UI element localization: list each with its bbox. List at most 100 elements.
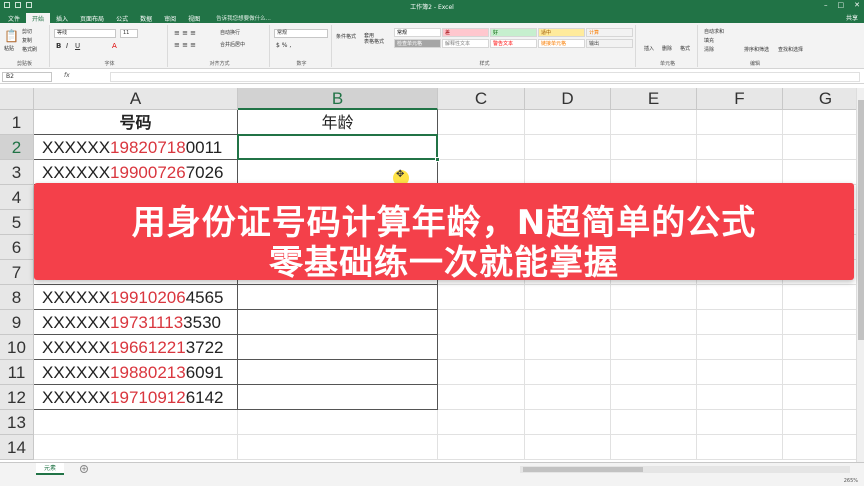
cell-style-7[interactable]: 警告文本 <box>490 39 537 48</box>
sheet-tab[interactable]: 元素 <box>36 463 65 475</box>
cell-E9[interactable] <box>611 310 697 335</box>
find-select-button[interactable]: 查找和选择 <box>778 46 803 53</box>
cell-E13[interactable] <box>611 410 697 435</box>
cell-G10[interactable] <box>783 335 856 360</box>
column-header-A[interactable]: A <box>34 88 238 110</box>
tab-2[interactable]: 插入 <box>50 13 74 23</box>
cell-C3[interactable] <box>438 160 525 185</box>
maximize-icon[interactable]: □ <box>838 1 845 9</box>
cell-B14[interactable] <box>238 435 438 460</box>
cell-F1[interactable] <box>697 110 783 135</box>
cell-F10[interactable] <box>697 335 783 360</box>
cell-A9[interactable]: XXXXXX197311133530 <box>34 310 238 335</box>
format-as-table-button[interactable]: 套用 表格格式 <box>364 33 384 45</box>
cell-G1[interactable] <box>783 110 856 135</box>
cell-style-9[interactable]: 输出 <box>586 39 633 48</box>
column-header-F[interactable]: F <box>697 88 783 110</box>
align-left-icon[interactable]: ≡ ≡ ≡ <box>174 41 196 49</box>
row-header-5[interactable]: 5 <box>0 210 34 235</box>
number-format-select[interactable]: 常规 <box>274 29 328 38</box>
row-header-4[interactable]: 4 <box>0 185 34 210</box>
column-header-E[interactable]: E <box>611 88 697 110</box>
cell-E12[interactable] <box>611 385 697 410</box>
fill-handle[interactable] <box>435 157 440 162</box>
autosum-button[interactable]: 自动求和 <box>704 28 724 35</box>
cell-C11[interactable] <box>438 360 525 385</box>
cell-A3[interactable]: XXXXXX199007267026 <box>34 160 238 185</box>
row-header-12[interactable]: 12 <box>0 385 34 410</box>
cell-C8[interactable] <box>438 285 525 310</box>
cell-D14[interactable] <box>525 435 611 460</box>
scroll-thumb[interactable] <box>858 100 864 340</box>
tab-6[interactable]: 审阅 <box>158 13 182 23</box>
horizontal-scrollbar[interactable] <box>520 466 850 473</box>
cell-style-0[interactable]: 常规 <box>394 28 441 37</box>
fx-icon[interactable]: fx <box>64 72 70 79</box>
cell-A10[interactable]: XXXXXX196612213722 <box>34 335 238 360</box>
row-header-9[interactable]: 9 <box>0 310 34 335</box>
wrap-text-button[interactable]: 自动换行 <box>220 29 240 36</box>
cell-D8[interactable] <box>525 285 611 310</box>
copy-button[interactable]: 复制 <box>22 37 32 44</box>
vertical-scrollbar[interactable] <box>856 88 864 462</box>
underline-button[interactable]: U <box>75 42 80 50</box>
cell-F11[interactable] <box>697 360 783 385</box>
tab-7[interactable]: 视图 <box>182 13 206 23</box>
cell-C12[interactable] <box>438 385 525 410</box>
merge-center-button[interactable]: 合并后居中 <box>220 41 245 48</box>
cell-C14[interactable] <box>438 435 525 460</box>
cell-style-1[interactable]: 差 <box>442 28 489 37</box>
format-cells-button[interactable]: 格式 <box>680 45 690 52</box>
cell-D2[interactable] <box>525 135 611 160</box>
cell-B9[interactable] <box>238 310 438 335</box>
cell-F2[interactable] <box>697 135 783 160</box>
italic-button[interactable]: I <box>66 42 68 50</box>
cell-G3[interactable] <box>783 160 856 185</box>
cell-A12[interactable]: XXXXXX197109126142 <box>34 385 238 410</box>
cell-E1[interactable] <box>611 110 697 135</box>
cell-G9[interactable] <box>783 310 856 335</box>
cell-style-8[interactable]: 链接单元格 <box>538 39 585 48</box>
paste-icon[interactable]: 📋 <box>4 29 19 43</box>
cell-F9[interactable] <box>697 310 783 335</box>
tab-1[interactable]: 开始 <box>26 13 51 23</box>
add-sheet-icon[interactable]: + <box>80 465 88 473</box>
cell-style-2[interactable]: 好 <box>490 28 537 37</box>
cell-A13[interactable] <box>34 410 238 435</box>
cell-G13[interactable] <box>783 410 856 435</box>
cell-G12[interactable] <box>783 385 856 410</box>
font-size-select[interactable]: 11 <box>120 29 138 38</box>
cell-D11[interactable] <box>525 360 611 385</box>
row-header-7[interactable]: 7 <box>0 260 34 285</box>
row-header-14[interactable]: 14 <box>0 435 34 460</box>
row-header-3[interactable]: 3 <box>0 160 34 185</box>
cell-A2[interactable]: XXXXXX198207180011 <box>34 135 238 160</box>
column-header-G[interactable]: G <box>783 88 856 110</box>
cell-B8[interactable] <box>238 285 438 310</box>
row-header-8[interactable]: 8 <box>0 285 34 310</box>
insert-cells-button[interactable]: 插入 <box>644 45 654 52</box>
cell-D1[interactable] <box>525 110 611 135</box>
tab-3[interactable]: 页面布局 <box>74 13 110 23</box>
cell-E3[interactable] <box>611 160 697 185</box>
cell-B1[interactable]: 年龄 <box>238 110 438 135</box>
column-header-B[interactable]: B <box>238 88 438 110</box>
conditional-format-button[interactable]: 条件格式 <box>336 33 356 40</box>
cell-G11[interactable] <box>783 360 856 385</box>
format-painter-button[interactable]: 格式刷 <box>22 46 37 53</box>
column-header-D[interactable]: D <box>525 88 611 110</box>
tab-5[interactable]: 数据 <box>134 13 158 23</box>
paste-button[interactable]: 粘贴 <box>4 45 14 52</box>
font-color-button[interactable]: A <box>112 42 117 50</box>
align-top-icon[interactable]: ≡ ≡ ≡ <box>174 29 196 37</box>
cell-A1[interactable]: 号码 <box>34 110 238 135</box>
tell-me-search[interactable]: 告诉我您想要做什么... <box>206 13 281 23</box>
cell-style-3[interactable]: 适中 <box>538 28 585 37</box>
cell-A11[interactable]: XXXXXX198802136091 <box>34 360 238 385</box>
font-name-select[interactable]: 等线 <box>54 29 116 38</box>
percent-icon[interactable]: $ % , <box>276 42 291 49</box>
cell-C1[interactable] <box>438 110 525 135</box>
cell-C13[interactable] <box>438 410 525 435</box>
row-header-2[interactable]: 2 <box>0 135 34 160</box>
clear-button[interactable]: 清除 <box>704 46 714 53</box>
